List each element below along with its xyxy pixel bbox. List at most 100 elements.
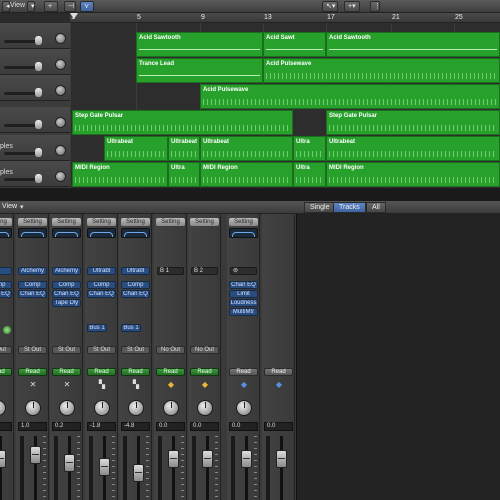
volume-fader[interactable] xyxy=(64,454,75,472)
volume-fader[interactable] xyxy=(276,450,287,468)
setting-button[interactable]: Setting xyxy=(156,218,185,226)
pan-knob[interactable] xyxy=(55,85,66,96)
volume-readout[interactable]: 1.0 xyxy=(18,422,47,431)
instrument-slot[interactable] xyxy=(0,267,12,275)
region[interactable]: Ultrabeat xyxy=(200,136,293,161)
track-header[interactable] xyxy=(0,75,70,101)
output-slot[interactable]: St Out xyxy=(18,346,47,354)
track-header[interactable]: ples xyxy=(0,135,70,161)
region[interactable]: Ultrabeat xyxy=(326,136,500,161)
effect-slot[interactable]: Comp xyxy=(0,281,12,289)
volume-fader[interactable] xyxy=(202,450,213,468)
automation-mode[interactable]: Read xyxy=(190,368,219,376)
eq-thumbnail[interactable] xyxy=(52,228,81,238)
pane-divider[interactable] xyxy=(0,188,500,201)
volume-fader[interactable] xyxy=(99,458,110,476)
pan-knob[interactable] xyxy=(0,400,6,416)
region[interactable]: Acid Sawtooth xyxy=(326,32,500,57)
input-link-slot[interactable]: ⊚ xyxy=(230,267,257,275)
output-slot[interactable]: No Out xyxy=(190,346,219,354)
region[interactable]: Ultra xyxy=(168,162,200,187)
eq-thumbnail[interactable] xyxy=(229,228,258,238)
volume-readout[interactable]: 0.0 xyxy=(156,422,185,431)
region[interactable]: Ultra xyxy=(293,162,326,187)
effect-slot[interactable]: Chan EQ xyxy=(87,290,116,298)
pan-knob[interactable] xyxy=(55,59,66,70)
automation-mode[interactable]: Read xyxy=(264,368,293,376)
region[interactable]: Ultra xyxy=(293,136,326,161)
output-slot[interactable]: St Out xyxy=(52,346,81,354)
region[interactable]: Ultrabeat xyxy=(104,136,168,161)
tab-all[interactable]: All xyxy=(366,202,386,213)
track-header[interactable] xyxy=(0,23,70,49)
effect-slot[interactable]: Comp xyxy=(87,281,116,289)
track-header[interactable] xyxy=(0,49,70,75)
marquee-tool-icon[interactable]: +▾ xyxy=(344,1,360,12)
instrument-slot[interactable]: Ultrabt xyxy=(121,267,150,275)
track-header[interactable]: ples xyxy=(0,161,70,187)
pan-knob[interactable] xyxy=(128,400,144,416)
volume-slider-knob[interactable] xyxy=(35,120,42,129)
pan-knob[interactable] xyxy=(163,400,179,416)
setting-button[interactable]: Setting xyxy=(121,218,150,226)
pan-knob[interactable] xyxy=(25,400,41,416)
region[interactable]: Ultrabeat xyxy=(168,136,200,161)
effect-slot[interactable]: Chan EQ xyxy=(18,290,47,298)
region[interactable]: MIDI Region xyxy=(72,162,168,187)
region[interactable]: Acid Pulsewave xyxy=(263,58,500,83)
region[interactable]: Acid Sawt xyxy=(263,32,326,57)
bus-input-slot[interactable]: B 1 xyxy=(157,267,184,275)
pan-knob[interactable] xyxy=(55,33,66,44)
left-bracket-icon[interactable]: ⊣ xyxy=(64,1,76,12)
eq-thumbnail[interactable] xyxy=(87,228,116,238)
region[interactable]: MIDI Region xyxy=(326,162,500,187)
automation-mode[interactable]: Read xyxy=(229,368,258,376)
effect-slot[interactable]: MultiMtr xyxy=(229,308,258,316)
effect-slot[interactable]: Comp xyxy=(121,281,150,289)
effect-slot[interactable]: Chan EQ xyxy=(0,290,12,298)
region[interactable]: Step Gate Pulsar xyxy=(326,110,500,135)
automation-mode[interactable]: Read xyxy=(121,368,150,376)
send-slot[interactable]: Bus 1 xyxy=(121,324,141,332)
automation-mode[interactable]: Read xyxy=(52,368,81,376)
output-slot[interactable]: St Out xyxy=(0,346,12,354)
automation-mode[interactable]: Read xyxy=(18,368,47,376)
instrument-slot[interactable]: Alchemy xyxy=(52,267,81,275)
volume-fader[interactable] xyxy=(168,450,179,468)
output-slot[interactable]: St Out xyxy=(121,346,150,354)
output-slot[interactable]: No Out xyxy=(156,346,185,354)
region[interactable]: Trance Lead xyxy=(136,58,263,83)
volume-fader[interactable] xyxy=(30,446,41,464)
pan-knob[interactable] xyxy=(55,171,66,182)
automation-mode[interactable]: Read xyxy=(87,368,116,376)
eq-thumbnail[interactable] xyxy=(18,228,47,238)
pan-knob[interactable] xyxy=(94,400,110,416)
eq-thumbnail[interactable] xyxy=(121,228,150,238)
tracks-view-menu[interactable]: View xyxy=(10,2,25,9)
region[interactable]: Acid Sawtooth xyxy=(136,32,263,57)
volume-readout[interactable] xyxy=(0,422,12,431)
volume-slider-knob[interactable] xyxy=(35,62,42,71)
setting-button[interactable]: Setting xyxy=(52,218,81,226)
instrument-slot[interactable]: Alchemy xyxy=(18,267,47,275)
bar-ruler[interactable]: 1 5 9 13 17 21 25 xyxy=(70,13,500,23)
pan-knob[interactable] xyxy=(236,400,252,416)
volume-fader[interactable] xyxy=(241,450,252,468)
setting-button[interactable]: Setting xyxy=(229,218,258,226)
tab-tracks[interactable]: Tracks xyxy=(333,202,366,213)
region[interactable]: Step Gate Pulsar xyxy=(72,110,293,135)
pan-knob[interactable] xyxy=(55,117,66,128)
volume-slider-knob[interactable] xyxy=(35,148,42,157)
catch-mode-icon[interactable]: ⋎ xyxy=(80,1,94,12)
tab-single[interactable]: Single xyxy=(304,202,336,213)
volume-readout[interactable]: -4.8 xyxy=(121,422,150,431)
tracks-area[interactable]: Acid Sawtooth Acid Sawt Acid Sawtooth Tr… xyxy=(70,23,500,188)
volume-readout[interactable]: 0.0 xyxy=(264,422,293,431)
volume-slider-knob[interactable] xyxy=(35,174,42,183)
volume-readout[interactable]: -1.8 xyxy=(87,422,116,431)
pan-knob[interactable] xyxy=(197,400,213,416)
setting-button[interactable]: Setting xyxy=(0,218,12,226)
effect-slot[interactable]: Loudness xyxy=(229,299,258,307)
setting-button[interactable]: Setting xyxy=(190,218,219,226)
setting-button[interactable]: Setting xyxy=(18,218,47,226)
